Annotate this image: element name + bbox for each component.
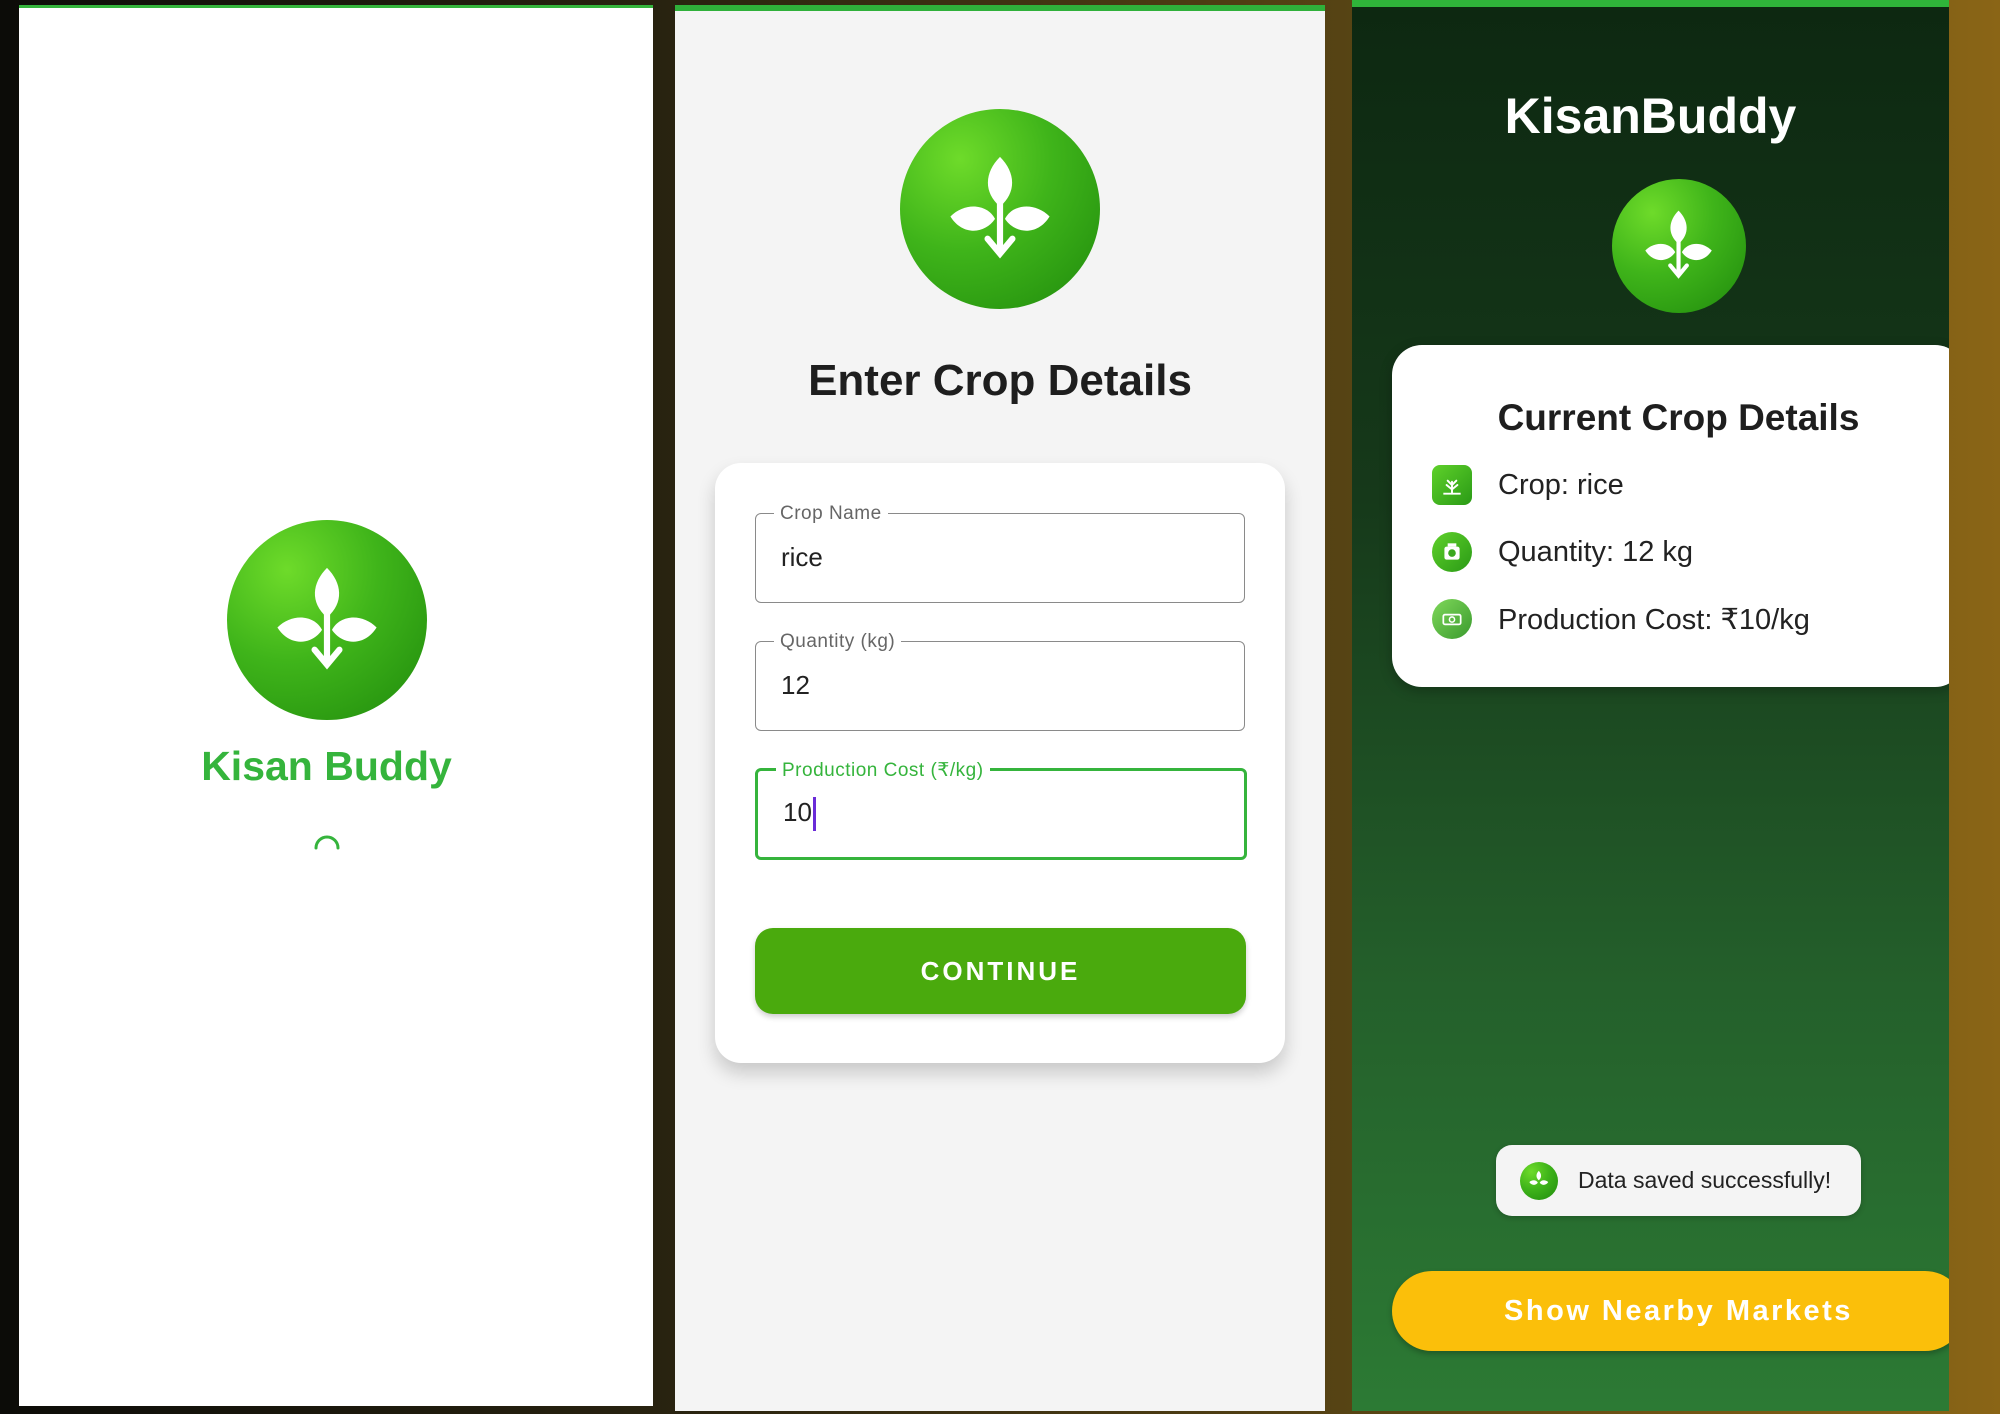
text-cursor bbox=[812, 797, 816, 832]
app-name: Kisan Buddy bbox=[201, 743, 452, 789]
leaf-sprout-icon bbox=[1645, 211, 1713, 280]
production-cost-value: 10 bbox=[783, 797, 812, 827]
quantity-field[interactable]: Quantity (kg) 12 bbox=[755, 631, 1245, 731]
app-logo bbox=[1612, 179, 1746, 313]
spinner-icon bbox=[314, 835, 340, 850]
production-cost-field[interactable]: Production Cost (₹/kg) 10 bbox=[755, 759, 1247, 860]
splash-screen: Kisan Buddy bbox=[19, 5, 653, 1406]
show-nearby-markets-button[interactable]: Show Nearby Markets bbox=[1392, 1271, 1949, 1351]
continue-button-label: CONTINUE bbox=[920, 955, 1081, 986]
crop-summary-screen: KisanBuddy Current Crop Details Crop: ri… bbox=[1352, 0, 1949, 1411]
crop-row: Crop: rice bbox=[1432, 465, 1624, 505]
show-nearby-markets-label: Show Nearby Markets bbox=[1504, 1294, 1853, 1327]
app-title: KisanBuddy bbox=[1504, 88, 1797, 144]
crop-name-value: rice bbox=[781, 542, 823, 572]
form-card: Crop Name rice Quantity (kg) 12 Producti… bbox=[715, 463, 1285, 1063]
app-logo bbox=[227, 520, 427, 720]
crop-details-card: Current Crop Details Crop: rice Quantity… bbox=[1392, 345, 1949, 687]
quantity-value: 12 bbox=[781, 670, 810, 700]
money-icon bbox=[1432, 599, 1472, 639]
app-logo bbox=[900, 109, 1100, 309]
production-cost-text: Production Cost: ₹10/kg bbox=[1498, 603, 1810, 636]
continue-button[interactable]: CONTINUE bbox=[755, 928, 1246, 1014]
success-toast: Data saved successfully! bbox=[1496, 1145, 1861, 1216]
production-cost-label: Production Cost (₹/kg) bbox=[776, 759, 990, 782]
leaf-sprout-icon bbox=[277, 567, 377, 670]
toast-text: Data saved successfully! bbox=[1578, 1167, 1832, 1193]
crop-form-screen: Enter Crop Details Crop Name rice Quanti… bbox=[675, 5, 1325, 1411]
weight-scale-icon bbox=[1432, 532, 1472, 572]
crop-name-field[interactable]: Crop Name rice bbox=[755, 503, 1245, 603]
page-title: Enter Crop Details bbox=[808, 356, 1192, 405]
leaf-sprout-icon bbox=[950, 156, 1050, 259]
production-cost-input-text: 10 bbox=[783, 797, 816, 832]
quantity-text: Quantity: 12 kg bbox=[1498, 535, 1694, 568]
quantity-row: Quantity: 12 kg bbox=[1432, 532, 1693, 572]
crop-name-label: Crop Name bbox=[774, 503, 888, 525]
toast-logo-icon bbox=[1520, 1161, 1558, 1200]
quantity-label: Quantity (kg) bbox=[774, 631, 902, 653]
crop-icon bbox=[1432, 465, 1472, 505]
crop-text: Crop: rice bbox=[1498, 468, 1624, 501]
card-title: Current Crop Details bbox=[1497, 397, 1860, 438]
production-cost-row: Production Cost: ₹10/kg bbox=[1432, 599, 1810, 639]
